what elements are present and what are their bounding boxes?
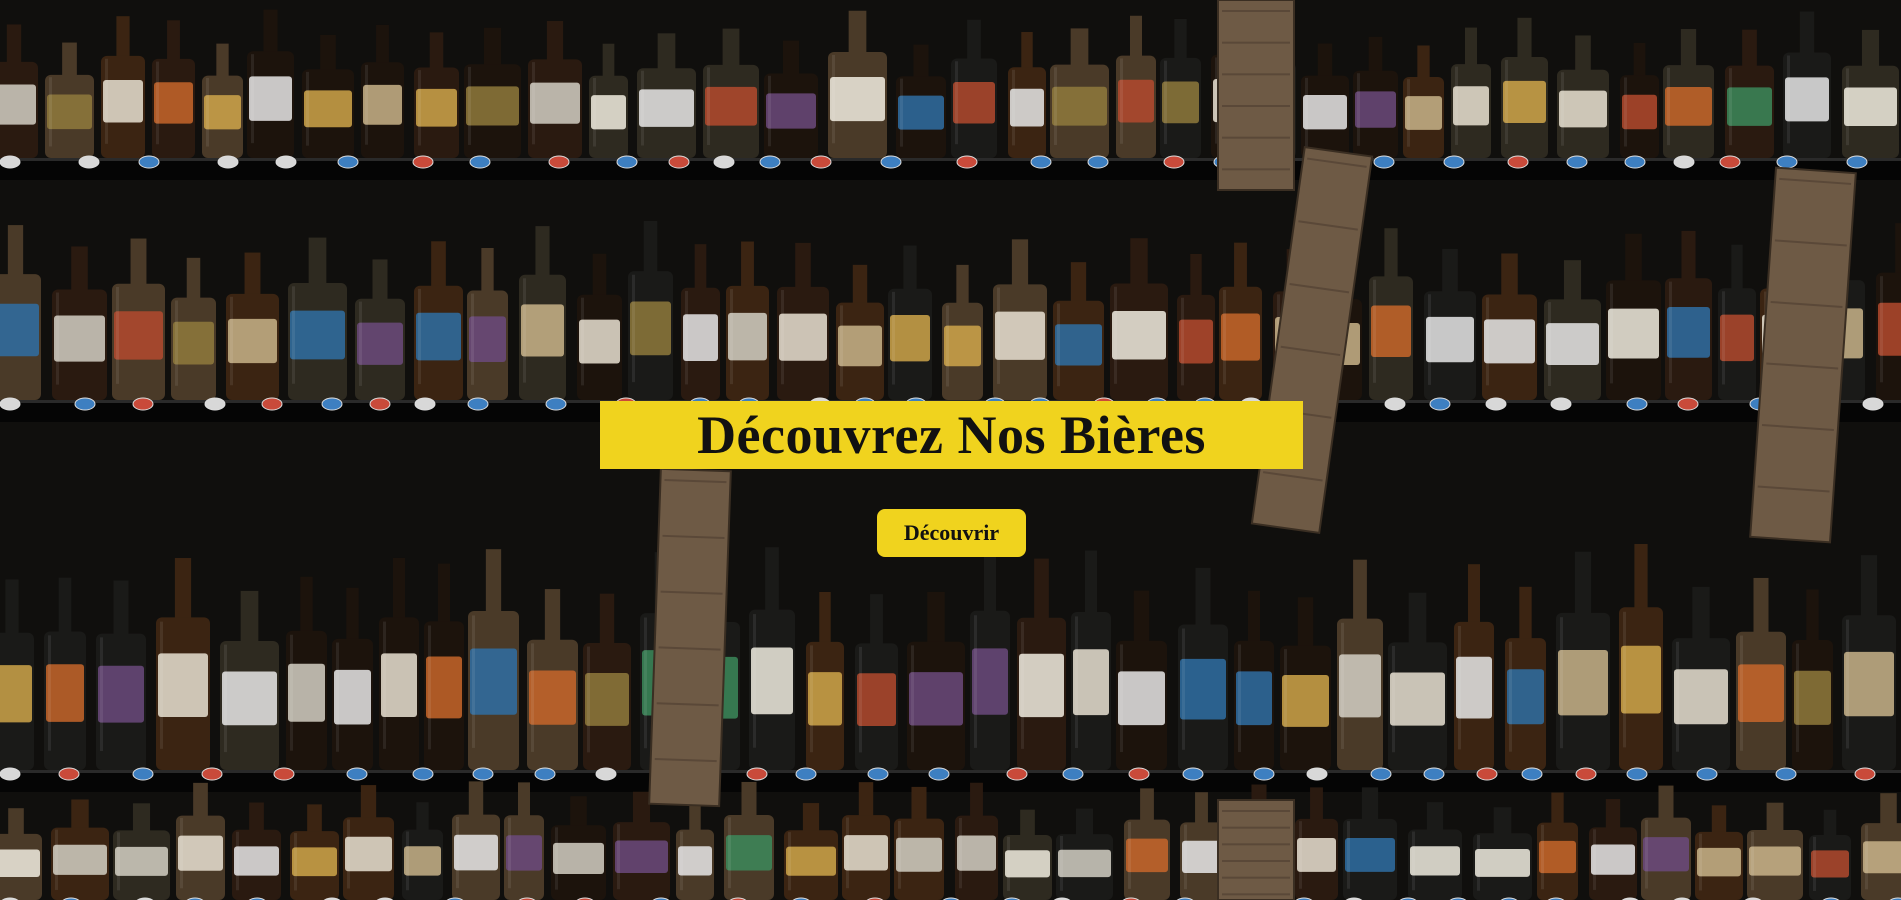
hero-title: Découvrez Nos Bières xyxy=(697,405,1206,465)
hero-title-banner: Découvrez Nos Bières xyxy=(600,401,1303,469)
hero-section: Découvrez Nos Bières Découvrir xyxy=(0,0,1901,900)
discover-button[interactable]: Découvrir xyxy=(877,509,1026,557)
